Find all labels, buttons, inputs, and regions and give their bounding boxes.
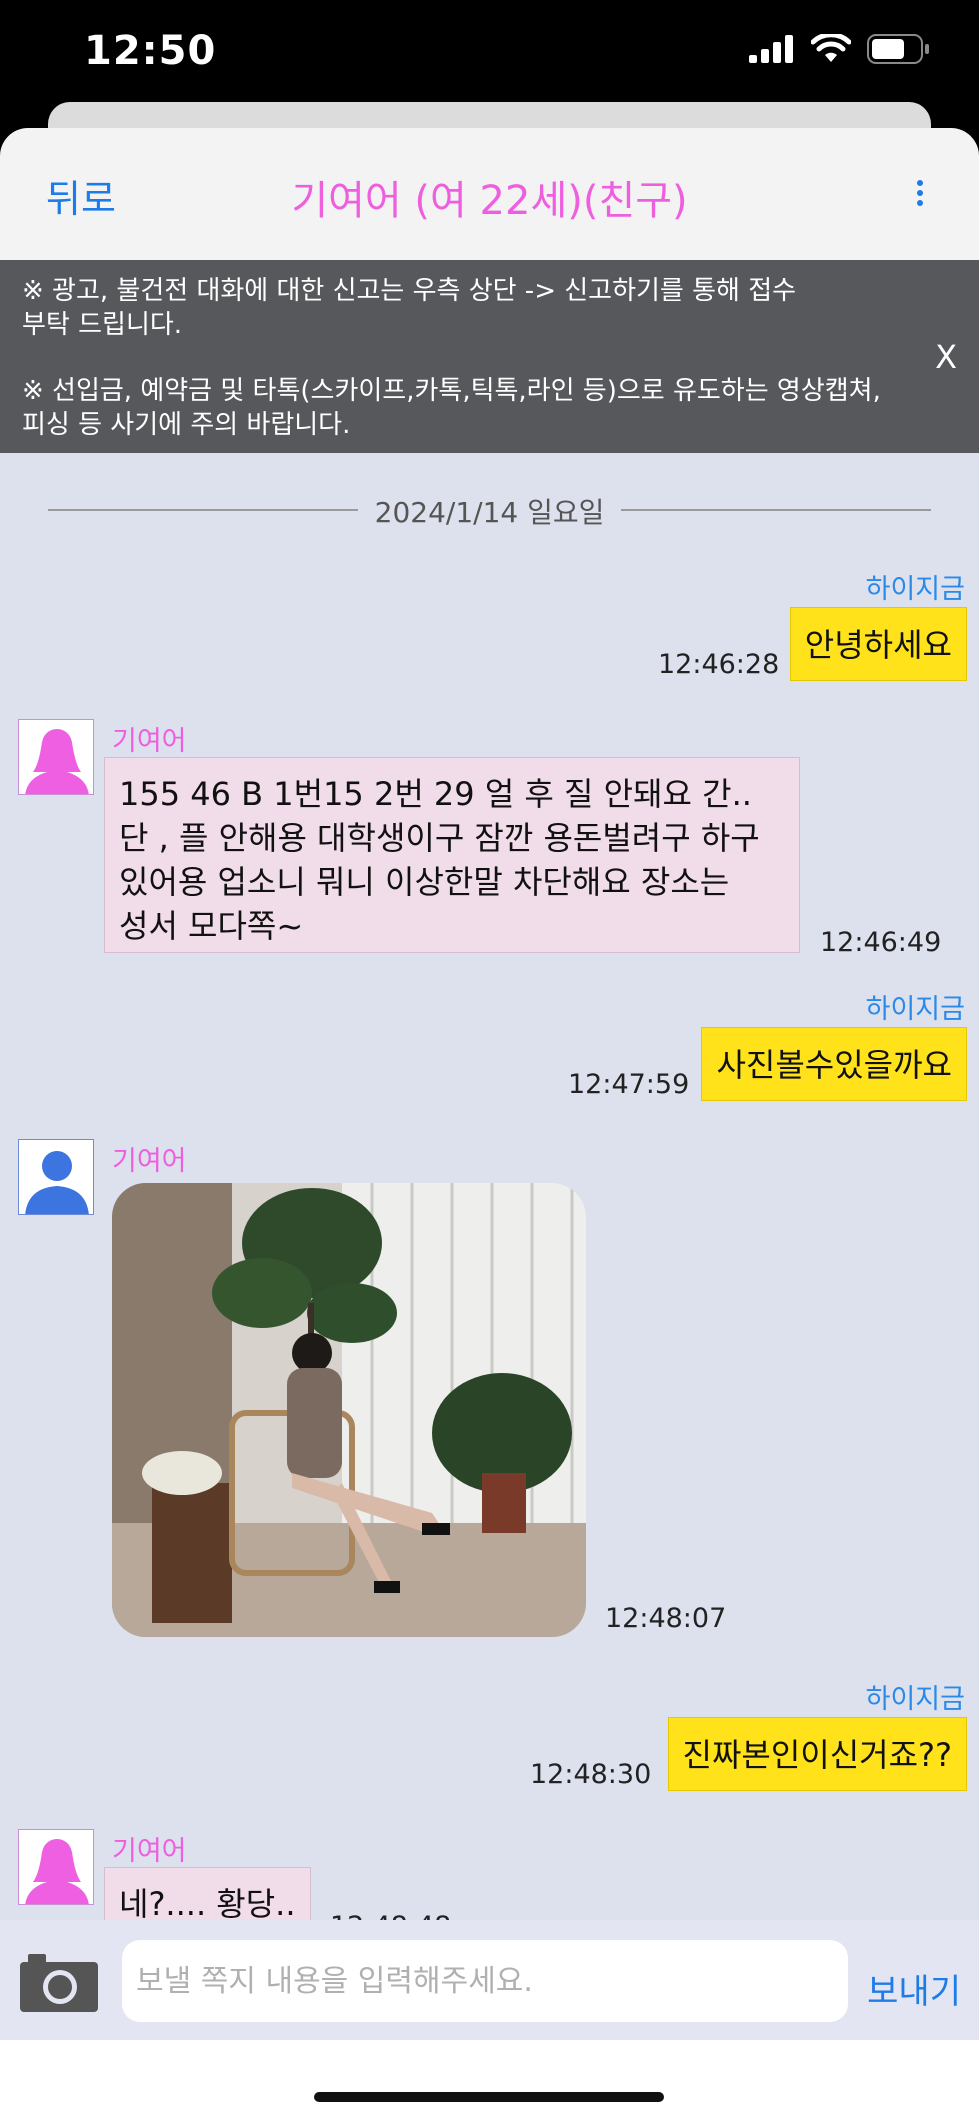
sender-name: 기여어 [112, 726, 187, 757]
my-message-bubble[interactable]: 진짜본인이신거죠?? [667, 1717, 967, 1791]
sender-name: 기여어 [112, 1146, 187, 1177]
message-time: 12:46:49 [820, 927, 942, 958]
sender-name: 하이지금 [865, 574, 965, 605]
date-label: 2024/1/14 일요일 [374, 496, 605, 529]
status-time: 12:50 [84, 28, 217, 74]
message-time: 12:48:48 [330, 1911, 451, 1920]
message-input[interactable] [122, 1940, 848, 2022]
female-avatar[interactable] [18, 719, 94, 795]
notice-report-text: ※ 광고, 불건전 대화에 대한 신고는 우측 상단 -> 신고하기를 통해 접… [22, 276, 797, 340]
message-input-bar: 보내기 [0, 1920, 979, 2040]
chat-area[interactable]: 2024/1/14 일요일 하이지금 안녕하세요 12:46:28 기여어 15… [0, 453, 979, 1920]
my-message-bubble[interactable]: 안녕하세요 [789, 607, 967, 681]
shared-photo[interactable] [112, 1183, 586, 1637]
message-time: 12:47:59 [568, 1069, 690, 1100]
signal-icon [749, 35, 793, 63]
chat-title: 기여어 (여 22세)(친구) [291, 178, 688, 224]
photo-image [112, 1183, 586, 1637]
warning-notice: ※ 광고, 불건전 대화에 대한 신고는 우측 상단 -> 신고하기를 통해 접… [0, 260, 979, 453]
status-icons [749, 34, 931, 64]
send-button[interactable]: 보내기 [867, 1964, 961, 2013]
battery-icon [867, 34, 929, 64]
date-separator: 2024/1/14 일요일 [48, 489, 931, 529]
sender-name: 기여어 [112, 1836, 187, 1867]
home-area [0, 2040, 979, 2120]
her-message-bubble[interactable]: 155 46 B 1번15 2번 29 얼 후 질 안돼요 간.. 단 , 플 … [104, 757, 800, 953]
my-message-bubble[interactable]: 사진볼수있을까요 [701, 1027, 967, 1101]
wifi-icon [811, 34, 851, 62]
more-menu-icon[interactable] [915, 180, 925, 210]
message-time: 12:48:07 [605, 1603, 727, 1634]
sender-name: 하이지금 [865, 994, 965, 1025]
camera-icon[interactable] [18, 1950, 100, 2014]
sender-name: 하이지금 [865, 1684, 965, 1715]
notice-close-button[interactable]: X [935, 340, 957, 374]
female-avatar[interactable] [18, 1829, 94, 1905]
home-indicator [314, 2092, 664, 2102]
notice-scam-text: ※ 선입금, 예약금 및 타톡(스카이프,카톡,틱톡,라인 등)으로 유도하는 … [22, 376, 881, 440]
status-bar: 12:50 [0, 0, 979, 110]
chat-header: 뒤로 기여어 (여 22세)(친구) [0, 128, 979, 260]
message-time: 12:46:28 [658, 649, 780, 680]
default-avatar[interactable] [18, 1139, 94, 1215]
her-message-bubble[interactable]: 네?.... 황당.. [104, 1867, 311, 1920]
message-time: 12:48:30 [530, 1759, 652, 1790]
